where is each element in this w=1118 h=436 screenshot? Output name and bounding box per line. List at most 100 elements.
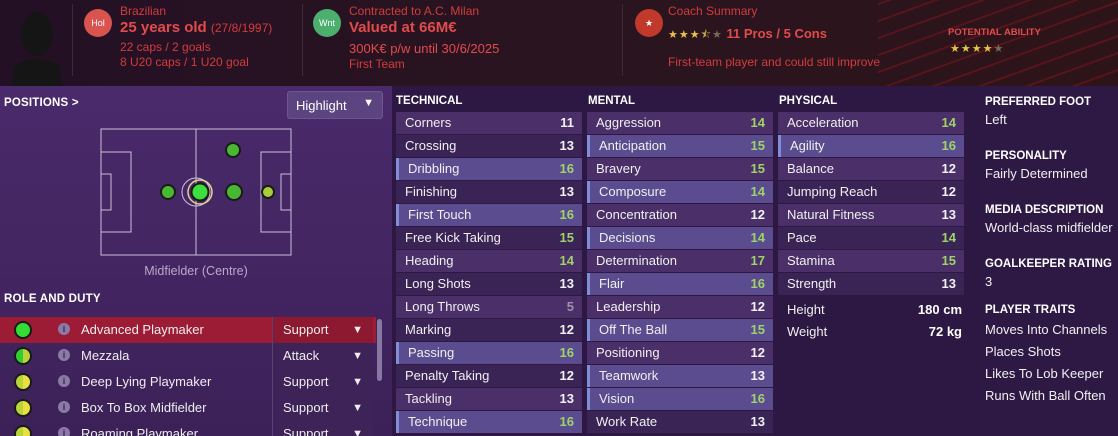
- preferred-foot-value: Left: [985, 112, 1007, 127]
- attribute-value: 16: [750, 391, 765, 406]
- chevron-down-icon: ▼: [352, 402, 363, 414]
- attribute-name: Pace: [787, 230, 817, 245]
- attribute-row-technical[interactable]: Crossing 13: [396, 135, 582, 157]
- attribute-row-mental[interactable]: Vision 16: [587, 388, 773, 410]
- attribute-row-physical[interactable]: Acceleration 14: [778, 112, 964, 134]
- goalkeeper-rating-title: GOALKEEPER RATING: [985, 258, 1112, 270]
- highlight-label: Highlight: [296, 97, 347, 113]
- info-icon[interactable]: i: [58, 349, 70, 361]
- personality-value: Fairly Determined: [985, 166, 1088, 181]
- position-pitch: [100, 128, 292, 256]
- role-name: Deep Lying Playmaker: [81, 374, 212, 389]
- info-icon[interactable]: i: [58, 323, 70, 335]
- attribute-row-technical[interactable]: Free Kick Taking 15: [396, 227, 582, 249]
- coach-rating-stars: ★★★⯪★: [668, 29, 723, 41]
- attribute-value: 14: [559, 253, 574, 268]
- attribute-row-mental[interactable]: Aggression 14: [587, 112, 773, 134]
- role-row[interactable]: i Advanced Playmaker Support ▼: [0, 317, 376, 343]
- trait-item[interactable]: Moves Into Channels: [985, 322, 1107, 337]
- attribute-name: Composure: [599, 184, 667, 199]
- attribute-row-technical[interactable]: First Touch 16: [396, 204, 582, 226]
- attribute-row-mental[interactable]: Determination 17: [587, 250, 773, 272]
- role-row[interactable]: i Roaming Playmaker Support ▼: [0, 421, 376, 436]
- attribute-name: Tackling: [405, 391, 452, 406]
- attribute-value: 13: [941, 207, 956, 222]
- attribute-name: Penalty Taking: [405, 368, 490, 383]
- role-row[interactable]: i Deep Lying Playmaker Support ▼: [0, 369, 376, 395]
- weight-label: Weight: [787, 324, 828, 339]
- role-list-scrollbar[interactable]: [377, 319, 382, 381]
- profile-panel: PREFERRED FOOT Left PERSONALITY Fairly D…: [980, 86, 1118, 436]
- potential-block: POTENTIAL ABILITY ★★★★★: [948, 4, 1058, 80]
- attribute-value: 16: [941, 138, 956, 153]
- duty-dropdown[interactable]: Support ▼: [272, 421, 373, 436]
- attribute-name: Aggression: [596, 115, 662, 130]
- attribute-row-physical[interactable]: Agility 16: [778, 135, 964, 157]
- attribute-value: 11: [560, 115, 574, 130]
- potential-title: POTENTIAL ABILITY: [948, 27, 1041, 38]
- attribute-row-technical[interactable]: Penalty Taking 12: [396, 365, 582, 387]
- duty-dropdown[interactable]: Support ▼: [272, 317, 373, 343]
- chevron-down-icon: ▼: [352, 350, 363, 362]
- header-divider: [302, 4, 303, 76]
- attribute-row-physical[interactable]: Jumping Reach 12: [778, 181, 964, 203]
- attribute-row-physical[interactable]: Pace 14: [778, 227, 964, 249]
- attribute-value: 13: [941, 276, 956, 291]
- attribute-name: Long Shots: [405, 276, 471, 291]
- duty-dropdown[interactable]: Support ▼: [272, 369, 373, 395]
- attribute-row-technical[interactable]: Marking 12: [396, 319, 582, 341]
- duty-dropdown[interactable]: Attack ▼: [272, 343, 373, 369]
- position-dot-amc: [225, 142, 241, 158]
- attribute-row-technical[interactable]: Technique 16: [396, 411, 582, 433]
- personality-title: PERSONALITY: [985, 150, 1067, 162]
- attribute-value: 16: [559, 345, 574, 360]
- attribute-row-mental[interactable]: Off The Ball 15: [587, 319, 773, 341]
- contract-badge-icon: Wnt: [313, 9, 341, 37]
- attribute-row-physical[interactable]: Strength 13: [778, 273, 964, 295]
- attribute-row-mental[interactable]: Flair 16: [587, 273, 773, 295]
- role-row[interactable]: i Mezzala Attack ▼: [0, 343, 376, 369]
- coach-summary-block[interactable]: ★ Coach Summary ★★★⯪★ 11 Pros / 5 Cons F…: [635, 4, 895, 80]
- attribute-row-technical[interactable]: Corners 11: [396, 112, 582, 134]
- player-traits-title: PLAYER TRAITS: [985, 304, 1076, 316]
- attribute-row-mental[interactable]: Concentration 12: [587, 204, 773, 226]
- attribute-row-technical[interactable]: Long Shots 13: [396, 273, 582, 295]
- attribute-row-technical[interactable]: Long Throws 5: [396, 296, 582, 318]
- attribute-row-mental[interactable]: Decisions 14: [587, 227, 773, 249]
- attribute-row-mental[interactable]: Anticipation 15: [587, 135, 773, 157]
- attribute-name: Technique: [408, 414, 468, 429]
- info-icon[interactable]: i: [58, 375, 70, 387]
- trait-item[interactable]: Places Shots: [985, 344, 1061, 359]
- attribute-name: Positioning: [596, 345, 660, 360]
- attribute-row-mental[interactable]: Leadership 12: [587, 296, 773, 318]
- attribute-row-mental[interactable]: Composure 14: [587, 181, 773, 203]
- attribute-value: 14: [941, 230, 956, 245]
- attribute-name: Leadership: [596, 299, 661, 314]
- trait-item[interactable]: Runs With Ball Often: [985, 388, 1106, 403]
- attribute-row-technical[interactable]: Dribbling 16: [396, 158, 582, 180]
- contract-club[interactable]: Contracted to A.C. Milan: [349, 4, 499, 19]
- attribute-row-mental[interactable]: Bravery 15: [587, 158, 773, 180]
- highlight-dropdown[interactable]: Highlight ▼: [287, 91, 383, 119]
- info-icon[interactable]: i: [58, 401, 70, 413]
- role-row[interactable]: i Box To Box Midfielder Support ▼: [0, 395, 376, 421]
- attribute-row-physical[interactable]: Natural Fitness 13: [778, 204, 964, 226]
- height-row: Height 180 cm: [778, 299, 970, 321]
- positions-title[interactable]: POSITIONS >: [4, 97, 79, 109]
- info-icon[interactable]: i: [58, 427, 70, 436]
- attribute-row-technical[interactable]: Tackling 13: [396, 388, 582, 410]
- attribute-row-mental[interactable]: Positioning 12: [587, 342, 773, 364]
- attribute-row-mental[interactable]: Work Rate 13: [587, 411, 773, 433]
- role-rating-icon: [14, 321, 32, 339]
- attribute-row-technical[interactable]: Heading 14: [396, 250, 582, 272]
- attribute-row-mental[interactable]: Teamwork 13: [587, 365, 773, 387]
- trait-item[interactable]: Likes To Lob Keeper: [985, 366, 1103, 381]
- attribute-row-technical[interactable]: Finishing 13: [396, 181, 582, 203]
- attribute-name: Flair: [599, 276, 625, 291]
- attribute-name: Stamina: [787, 253, 835, 268]
- attribute-row-technical[interactable]: Passing 16: [396, 342, 582, 364]
- attribute-row-physical[interactable]: Stamina 15: [778, 250, 964, 272]
- attribute-row-physical[interactable]: Balance 12: [778, 158, 964, 180]
- duty-dropdown[interactable]: Support ▼: [272, 395, 373, 421]
- height-label: Height: [787, 302, 825, 317]
